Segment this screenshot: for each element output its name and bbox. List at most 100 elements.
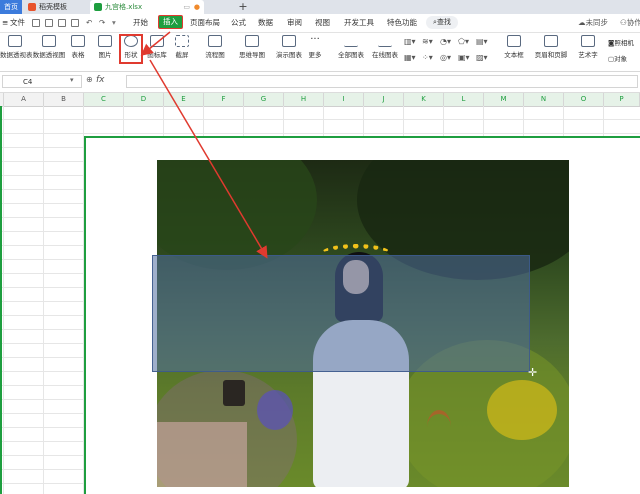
column-chart-small-icon[interactable]: ▥▾ [404,37,416,46]
redo-icon[interactable]: ↷ [99,17,105,29]
semi-transparent-rectangle-shape[interactable] [152,255,530,372]
column-header[interactable]: N [524,93,564,106]
column-header[interactable]: P [604,93,640,106]
column-header[interactable]: I [324,93,364,106]
table-button[interactable]: 表格 [68,35,88,59]
more-button[interactable]: ··· 更多 [306,35,324,60]
tab-file-label: 九宫格.xlsx [105,3,143,11]
column-header[interactable]: M [484,93,524,106]
sync-status[interactable]: ☁未同步 [578,17,608,29]
tab-template[interactable]: 稻壳模板 [24,0,88,14]
menu-review[interactable]: 审阅 [287,17,302,29]
formula-input[interactable] [126,75,638,88]
column-header[interactable]: F [204,93,244,106]
menu-special[interactable]: 特色功能 [387,17,417,29]
undo-icon[interactable]: ↶ [86,17,92,29]
scatter-chart-small-icon[interactable]: ⁘▾ [422,53,433,62]
deer-figurine [427,410,451,444]
icon-library-icon [150,35,164,47]
tab-home[interactable]: 首页 [0,0,22,14]
mindmap-button[interactable]: 思维导图 [234,35,270,59]
comment-icon[interactable]: ▭ [183,0,190,14]
menu-page-layout[interactable]: 页面布局 [190,17,220,29]
docer-icon [28,3,36,11]
screenshot-button[interactable]: 截屏 [172,35,192,59]
column-header[interactable]: A [4,93,44,106]
menu-formula[interactable]: 公式 [231,17,246,29]
header-footer-button[interactable]: 页眉和页脚 [532,35,570,59]
column-header[interactable]: K [404,93,444,106]
object-button[interactable]: ▢对象 [608,53,627,63]
demo-chart-icon [282,35,296,47]
column-header[interactable]: H [284,93,324,106]
save-icon[interactable] [32,19,40,27]
area-chart-small-icon[interactable]: ▤▾ [476,37,488,46]
pivot-chart-label: 数据透视图 [32,51,66,59]
column-header[interactable]: O [564,93,604,106]
flowchart-label: 流程图 [205,51,225,59]
donut-chart-small-icon[interactable]: ◎▾ [440,53,451,62]
column-header[interactable]: G [244,93,284,106]
column-header[interactable]: C [84,93,124,106]
zoom-icon[interactable]: ⊕ [86,75,93,84]
online-chart-button[interactable]: 在线图表 [370,35,400,59]
shape-button-highlight [119,34,143,64]
wordart-button[interactable]: 艺术字 [574,35,602,59]
column-header[interactable]: J [364,93,404,106]
foliage-blob [157,160,317,270]
combo-chart-small-icon[interactable]: ▨▾ [476,53,488,62]
icon-library-button[interactable]: 图标库 [146,35,168,59]
online-chart-icon [378,35,392,47]
bar-chart-icon [344,35,358,47]
wordart-label: 艺术字 [578,51,598,59]
sync-label: 未同步 [585,18,609,27]
demo-chart-button[interactable]: 演示图表 [274,35,304,59]
name-box-dropdown-icon[interactable]: ▾ [70,76,74,84]
textbox-button[interactable]: 文本框 [500,35,528,59]
picture-button[interactable]: 图片 [95,35,115,59]
column-header[interactable]: B [44,93,84,106]
purple-flowers [257,390,293,430]
column-header[interactable]: E [164,93,204,106]
pivot-table-icon [8,35,22,47]
camera-label: 照相机 [614,39,634,47]
flowchart-icon [208,35,222,47]
camera-button[interactable]: ◙照相机 [608,37,634,47]
crosshair-cursor-icon: ✛ [528,366,538,379]
pivot-table-button[interactable]: 数据透视表 [0,35,33,59]
quick-access-dropdown-icon[interactable]: ▾ [112,17,116,29]
radar-chart-small-icon[interactable]: ⬠▾ [458,37,469,46]
mindmap-label: 思维导图 [239,51,265,59]
line-chart-small-icon[interactable]: ≋▾ [422,37,433,46]
textbox-icon [507,35,521,47]
stock-chart-small-icon[interactable]: ▣▾ [458,53,470,62]
flowchart-button[interactable]: 流程图 [202,35,228,59]
fx-icon[interactable]: fx [96,75,105,85]
bar-chart-small-icon[interactable]: ▦▾ [404,53,416,62]
menu-view[interactable]: 视图 [315,17,330,29]
ribbon-insert: 数据透视表 数据透视图 表格 图片 形状 图标库 截屏 流程图 思维导图 演示图… [0,33,640,72]
menu-file[interactable]: 文件 [10,17,25,29]
tab-file[interactable]: 九宫格.xlsx ▭ ● [90,0,204,14]
all-charts-button[interactable]: 全部图表 [336,35,366,59]
preview-icon[interactable] [71,19,79,27]
picture-icon [98,35,112,47]
table-icon [71,35,85,47]
yellow-flowers [487,380,557,440]
search-label: 查找 [436,18,451,26]
menu-data[interactable]: 数据 [258,17,273,29]
icon-library-label: 图标库 [147,51,167,59]
menu-home[interactable]: 开始 [133,17,148,29]
new-tab-button[interactable]: + [236,0,250,14]
pivot-chart-button[interactable]: 数据透视图 [32,35,66,59]
pie-chart-small-icon[interactable]: ◔▾ [440,37,451,46]
column-header[interactable]: D [124,93,164,106]
print-icon[interactable] [58,19,66,27]
export-icon[interactable] [45,19,53,27]
menu-insert[interactable]: 插入 [158,15,183,29]
collab-button[interactable]: ⚇协作 [620,17,640,29]
hamburger-icon[interactable]: ≡ [2,17,8,29]
column-header[interactable]: L [444,93,484,106]
search-button[interactable]: ⌕查找 [426,16,458,29]
menu-developer[interactable]: 开发工具 [344,17,374,29]
